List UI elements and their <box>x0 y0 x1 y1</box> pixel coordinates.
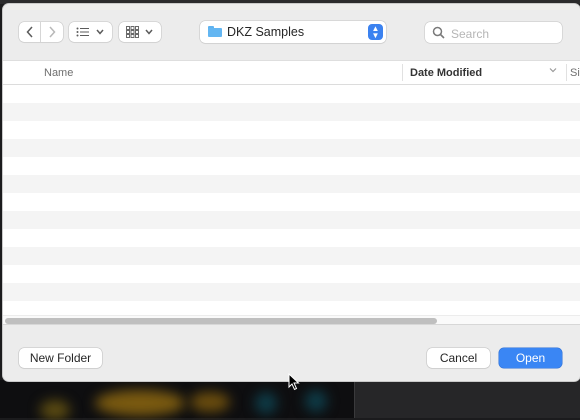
grid-view-button[interactable] <box>119 22 161 42</box>
file-rows <box>3 85 580 319</box>
mouse-pointer-icon <box>288 373 300 391</box>
file-list[interactable]: Name Date Modified Si <box>3 60 580 324</box>
location-label: DKZ Samples <box>227 25 305 39</box>
back-button[interactable] <box>19 22 40 42</box>
new-folder-button[interactable]: New Folder <box>19 348 102 368</box>
background-app-preview <box>0 380 354 420</box>
empty-row <box>3 175 580 193</box>
column-divider[interactable] <box>566 64 567 81</box>
empty-row <box>3 85 580 103</box>
open-button[interactable]: Open <box>499 348 562 368</box>
horizontal-scrollbar[interactable] <box>3 315 580 324</box>
folder-icon <box>208 26 222 37</box>
column-header-date-modified[interactable]: Date Modified <box>410 67 482 79</box>
open-file-dialog: DKZ Samples ▲▼ Name Date Modified Si <box>3 4 580 381</box>
dialog-toolbar: DKZ Samples ▲ ▼ <box>3 4 580 60</box>
sort-chevron-down-icon <box>549 68 557 73</box>
empty-row <box>3 247 580 265</box>
column-divider[interactable] <box>402 64 403 81</box>
chevron-right-icon <box>49 26 56 38</box>
empty-row <box>3 283 580 301</box>
empty-row <box>3 265 580 283</box>
cancel-button[interactable]: Cancel <box>427 348 490 368</box>
empty-row <box>3 193 580 211</box>
search-icon <box>432 26 445 39</box>
column-header-size[interactable]: Si <box>570 67 580 79</box>
list-icon <box>76 27 89 37</box>
chevron-down-icon <box>145 29 153 35</box>
search-field[interactable] <box>425 22 562 43</box>
empty-row <box>3 103 580 121</box>
back-forward-control <box>19 22 63 42</box>
search-input[interactable] <box>449 24 561 43</box>
empty-row <box>3 229 580 247</box>
empty-row <box>3 211 580 229</box>
column-header-name[interactable]: Name <box>44 67 73 79</box>
location-popup[interactable]: DKZ Samples ▲ ▼ <box>200 21 386 43</box>
chevron-down-icon <box>96 29 104 35</box>
chevron-left-icon <box>25 26 33 38</box>
column-header-bar: Name Date Modified Si <box>3 60 580 85</box>
empty-row <box>3 139 580 157</box>
empty-row <box>3 157 580 175</box>
forward-button[interactable] <box>41 22 63 42</box>
grid-icon <box>126 26 139 38</box>
up-down-chevron-icon: ▲ ▼ <box>368 24 383 40</box>
list-view-button[interactable] <box>69 22 112 42</box>
background-app-panel <box>354 380 580 418</box>
empty-row <box>3 121 580 139</box>
